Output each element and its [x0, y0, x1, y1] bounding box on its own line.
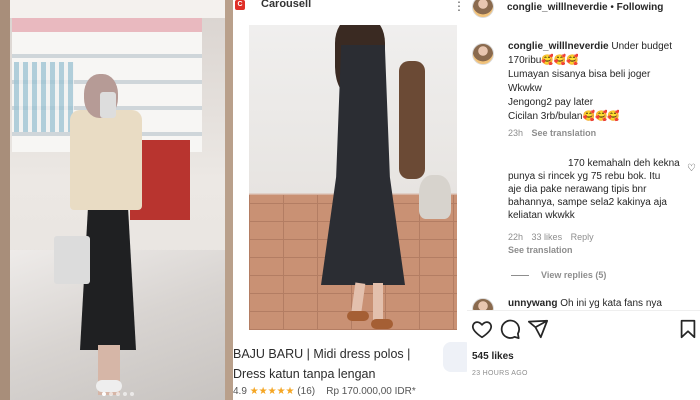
- divider: [467, 310, 700, 311]
- comment-username[interactable]: unnywang: [508, 298, 557, 309]
- post-header: conglie_willlneverdie • Following: [467, 0, 700, 18]
- product-title[interactable]: BAJU BARU | Midi dress polos | Dress kat…: [233, 344, 443, 384]
- product-title-line-1: BAJU BARU | Midi dress polos |: [233, 347, 411, 361]
- review-count: (16): [297, 386, 316, 397]
- navy-midi-dress: [321, 45, 405, 285]
- post-timestamp: 23 HOURS AGO: [472, 370, 528, 377]
- comment-line: Cicilan 3rb/bulan🥰🥰🥰: [508, 111, 620, 122]
- comment-text: unnywang Oh ini yg kata fans nya: [508, 298, 662, 309]
- comment-line: Oh ini yg kata fans nya: [560, 298, 662, 309]
- comment-likes[interactable]: 33 likes: [532, 232, 563, 242]
- carousel-dots: [102, 392, 134, 396]
- carousell-header: C Carousell ⋮: [233, 0, 467, 16]
- post-like-count[interactable]: 545 likes: [472, 351, 514, 362]
- avatar[interactable]: [472, 298, 494, 310]
- like-comment-heart-icon[interactable]: ♡: [687, 163, 696, 174]
- more-dots-icon[interactable]: ⋮: [453, 0, 465, 13]
- comment-time: 22h: [508, 232, 524, 242]
- instagram-comments-panel: conglie_willlneverdie • Following congli…: [467, 0, 700, 400]
- product-price: Rp 170.000,00 IDR*: [326, 386, 416, 397]
- separator-dot: •: [610, 2, 614, 13]
- comment-line: 170ribu🥰🥰🥰: [508, 55, 579, 66]
- comment-line: Lumayan sisanya bisa beli joger: [508, 69, 651, 80]
- bookmark-icon[interactable]: [677, 318, 699, 340]
- post-action-bar: [467, 318, 700, 340]
- heart-icon[interactable]: [471, 318, 493, 340]
- comment-username[interactable]: conglie_willlneverdie: [508, 41, 609, 52]
- comment-line: Under budget: [611, 41, 672, 52]
- avatar[interactable]: [472, 43, 494, 65]
- comment-line: Jengong2 pay later: [508, 97, 594, 108]
- avatar[interactable]: [472, 0, 494, 18]
- carousell-app-name: Carousell: [261, 0, 312, 10]
- comment-line: Wkwkw: [508, 83, 542, 94]
- view-replies-button[interactable]: View replies (5): [511, 270, 606, 280]
- brown-mule: [347, 311, 369, 321]
- rating-value: 4.9: [233, 386, 247, 397]
- comment-icon[interactable]: [499, 318, 521, 340]
- comment-line: punya si rincek yg 75 rebu bok. Itu: [508, 171, 661, 182]
- see-translation-link[interactable]: See translation: [532, 128, 597, 138]
- share-icon[interactable]: [527, 318, 549, 340]
- comment-meta: 23h See translation: [508, 128, 602, 138]
- brown-mule: [371, 319, 393, 329]
- comment: unnywang Oh ini yg kata fans nya: [467, 296, 700, 310]
- star-icon: ★★★★★: [249, 386, 295, 397]
- view-replies-label: View replies (5): [541, 270, 607, 280]
- comment-line: 170 kemahaln deh kekna: [568, 158, 680, 169]
- mirror-selfie-photo: [0, 0, 233, 400]
- carousell-listing: C Carousell ⋮ BAJU BARU | Midi dress pol…: [233, 0, 467, 400]
- product-rating-price: 4.9 ★★★★★ (16) Rp 170.000,00 IDR*: [233, 386, 416, 397]
- side-action-button[interactable]: [443, 342, 467, 372]
- leopard-bag: [399, 61, 425, 179]
- username[interactable]: conglie_willlneverdie: [507, 2, 608, 13]
- replies-dash: [511, 274, 529, 276]
- comment-time: 23h: [508, 128, 524, 138]
- carousell-logo-icon: C: [235, 0, 245, 10]
- model-leg: [373, 283, 383, 323]
- comment-text: 170 kemahaln deh kekna punya si rincek y…: [508, 157, 680, 222]
- comment-line: keliatan wkwkk: [508, 210, 575, 221]
- post-username[interactable]: conglie_willlneverdie • Following: [507, 2, 663, 13]
- product-title-line-2: Dress katun tanpa lengan: [233, 367, 376, 381]
- reply-button[interactable]: Reply: [571, 232, 594, 242]
- following-button[interactable]: Following: [617, 2, 664, 13]
- comment-meta: 22h 33 likes Reply: [508, 232, 600, 242]
- comment-text: conglie_willlneverdie Under budget 170ri…: [508, 40, 698, 124]
- see-translation-link[interactable]: See translation: [508, 245, 573, 255]
- comment-line: aje dia pake nerawang tipis bnr: [508, 184, 647, 195]
- comment-line: bahannya, sampe sela2 kakinya aja: [508, 197, 667, 208]
- mirror-frame: [0, 0, 233, 400]
- vase: [419, 175, 451, 219]
- product-photo[interactable]: [249, 25, 457, 330]
